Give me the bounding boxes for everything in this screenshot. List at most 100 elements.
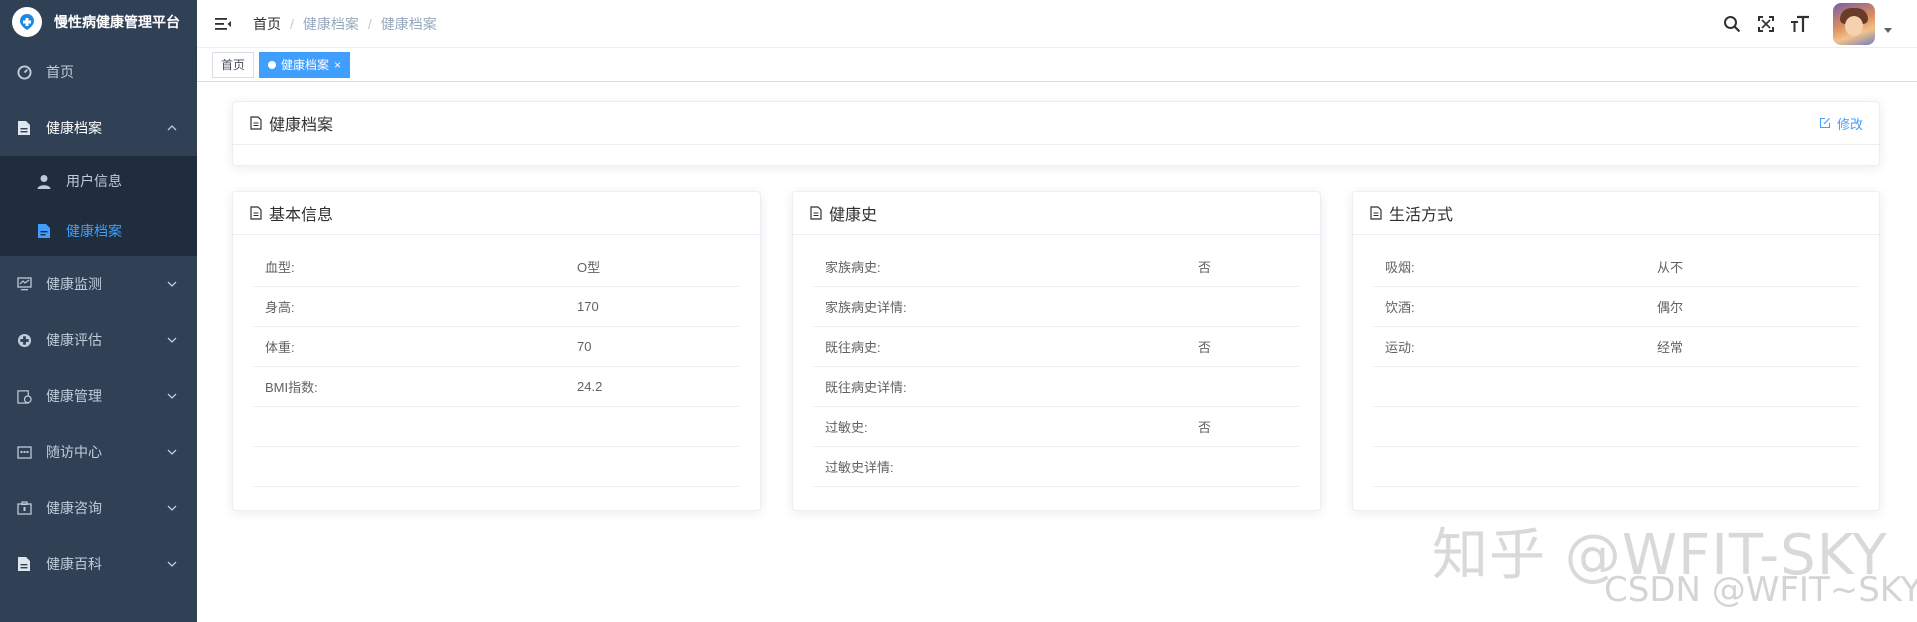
- list-item: 既往病史: 否: [813, 327, 1300, 367]
- list-item: [1373, 447, 1859, 487]
- sidebar-item-user-info[interactable]: 用户信息: [0, 156, 197, 206]
- field-label: 过敏史:: [825, 420, 868, 435]
- document-icon: [250, 206, 262, 220]
- logo[interactable]: 慢性病健康管理平台: [0, 0, 197, 44]
- card-title: 基本信息: [269, 207, 334, 224]
- field-value: 从不: [1657, 260, 1684, 275]
- sidebar-item-health-encyclopedia[interactable]: 健康百科: [0, 536, 197, 592]
- field-label: 吸烟:: [1385, 260, 1415, 275]
- field-label: 家族病史详情:: [825, 300, 907, 315]
- sidebar-item-home[interactable]: 首页: [0, 44, 197, 100]
- field-value: 70: [577, 339, 592, 354]
- card-header: 健康史: [793, 192, 1320, 235]
- health-history-card: 健康史 家族病史: 否 家族病史详情: 既往病史: 否 既往病史详情: 过敏史: 否 …: [792, 191, 1321, 511]
- fullscreen-icon[interactable]: [1755, 13, 1777, 35]
- list-item: 过敏史详情:: [813, 447, 1300, 487]
- list-item: BMI指数: 24.2: [253, 367, 740, 407]
- encyclopedia-icon: [16, 556, 32, 572]
- dashboard-icon: [16, 64, 32, 80]
- list-item: [1373, 367, 1859, 407]
- tags-view: 首页 健康档案 ×: [197, 48, 1917, 82]
- consult-icon: [16, 500, 32, 516]
- edit-button[interactable]: 修改: [1819, 114, 1863, 133]
- hamburger-icon[interactable]: [211, 12, 235, 36]
- document-icon: [810, 206, 822, 220]
- document-icon: [16, 120, 32, 136]
- navbar: 首页 / 健康档案 / 健康档案: [197, 0, 1917, 48]
- card-header: 基本信息: [233, 192, 760, 235]
- document-icon: [250, 116, 262, 130]
- field-label: 体重:: [265, 340, 295, 355]
- card-title: 生活方式: [1389, 207, 1454, 224]
- field-label: 运动:: [1385, 340, 1415, 355]
- field-label: 饮酒:: [1385, 300, 1415, 315]
- list-item: 饮酒: 偶尔: [1373, 287, 1859, 327]
- search-icon[interactable]: [1721, 13, 1743, 35]
- basic-info-list: 血型: O型 身高: 170 体重: 70 BMI指数: 24.2: [233, 235, 760, 507]
- sidebar-item-label: 健康评估: [46, 332, 102, 348]
- watermark-csdn: CSDN @WFIT~SKY: [1604, 570, 1917, 610]
- lifestyle-list: 吸烟: 从不 饮酒: 偶尔 运动: 经常: [1353, 235, 1879, 507]
- field-value: O型: [577, 260, 601, 275]
- tag-label: 首页: [221, 57, 246, 72]
- app-title: 慢性病健康管理平台: [54, 14, 180, 30]
- sidebar-item-health-assessment[interactable]: 健康评估: [0, 312, 197, 368]
- right-menu: [1721, 0, 1917, 48]
- sidebar-item-label: 健康档案: [66, 223, 122, 239]
- chevron-down-icon: [167, 449, 177, 455]
- sidebar-item-label: 健康管理: [46, 388, 102, 404]
- health-history-list: 家族病史: 否 家族病史详情: 既往病史: 否 既往病史详情: 过敏史: 否 过敏史详…: [793, 235, 1320, 507]
- sidebar-item-health-consult[interactable]: 健康咨询: [0, 480, 197, 536]
- sidebar-item-label: 健康咨询: [46, 500, 102, 516]
- breadcrumb-item[interactable]: 首页: [253, 14, 281, 34]
- lifestyle-card: 生活方式 吸烟: 从不 饮酒: 偶尔 运动: 经常: [1352, 191, 1880, 511]
- field-label: 既往病史详情:: [825, 380, 907, 395]
- sidebar-item-health-archive[interactable]: 健康档案: [0, 100, 197, 156]
- list-item: 血型: O型: [253, 247, 740, 287]
- avatar[interactable]: [1833, 3, 1875, 45]
- sidebar-item-health-monitor[interactable]: 健康监测: [0, 256, 197, 312]
- sidebar: 慢性病健康管理平台 首页 健康档案 用户信息 健康档案 健康监测 健康评估 健康…: [0, 0, 197, 622]
- field-label: 血型:: [265, 260, 295, 275]
- field-value: 否: [1198, 340, 1212, 355]
- card-title: 健康史: [829, 207, 878, 224]
- card-header: 健康档案 修改: [233, 102, 1879, 145]
- breadcrumb-item: 健康档案: [302, 15, 359, 32]
- file-icon: [36, 223, 52, 239]
- sidebar-item-health-file[interactable]: 健康档案: [0, 206, 197, 256]
- field-label: 身高:: [265, 300, 295, 315]
- basic-info-card: 基本信息 血型: O型 身高: 170 体重: 70 BMI指数: 24.2: [232, 191, 761, 511]
- field-label: BMI指数:: [265, 380, 318, 395]
- sidebar-item-label: 用户信息: [66, 173, 122, 189]
- close-icon[interactable]: ×: [334, 53, 341, 77]
- breadcrumb: 首页 / 健康档案 / 健康档案: [253, 14, 437, 34]
- chevron-down-icon: [167, 281, 177, 287]
- tag-home[interactable]: 首页: [212, 51, 255, 78]
- list-item: 吸烟: 从不: [1373, 247, 1859, 287]
- archive-card: 健康档案 修改: [232, 101, 1880, 166]
- field-label: 既往病史:: [825, 340, 881, 355]
- list-item: [253, 407, 740, 447]
- chevron-down-icon: [167, 561, 177, 567]
- card-title: 健康档案: [269, 117, 334, 134]
- list-item: 运动: 经常: [1373, 327, 1859, 367]
- management-icon: [16, 388, 32, 404]
- caret-down-icon[interactable]: [1883, 25, 1893, 35]
- chevron-up-icon: [167, 125, 177, 131]
- font-size-icon[interactable]: [1789, 13, 1811, 35]
- chevron-down-icon: [167, 337, 177, 343]
- sidebar-item-followup-center[interactable]: 随访中心: [0, 424, 197, 480]
- sidebar-item-health-management[interactable]: 健康管理: [0, 368, 197, 424]
- field-value: 否: [1198, 260, 1212, 275]
- sidebar-item-label: 首页: [46, 64, 74, 80]
- tag-health-archive[interactable]: 健康档案 ×: [259, 51, 351, 78]
- breadcrumb-item: 健康档案: [380, 15, 437, 32]
- list-item: 身高: 170: [253, 287, 740, 327]
- field-value: 24.2: [577, 379, 603, 394]
- list-item: 家族病史: 否: [813, 247, 1300, 287]
- submenu-health-archive: 用户信息 健康档案: [0, 156, 197, 256]
- user-icon: [36, 173, 52, 189]
- assessment-icon: [16, 332, 32, 348]
- list-item: [1373, 407, 1859, 447]
- monitor-icon: [16, 276, 32, 292]
